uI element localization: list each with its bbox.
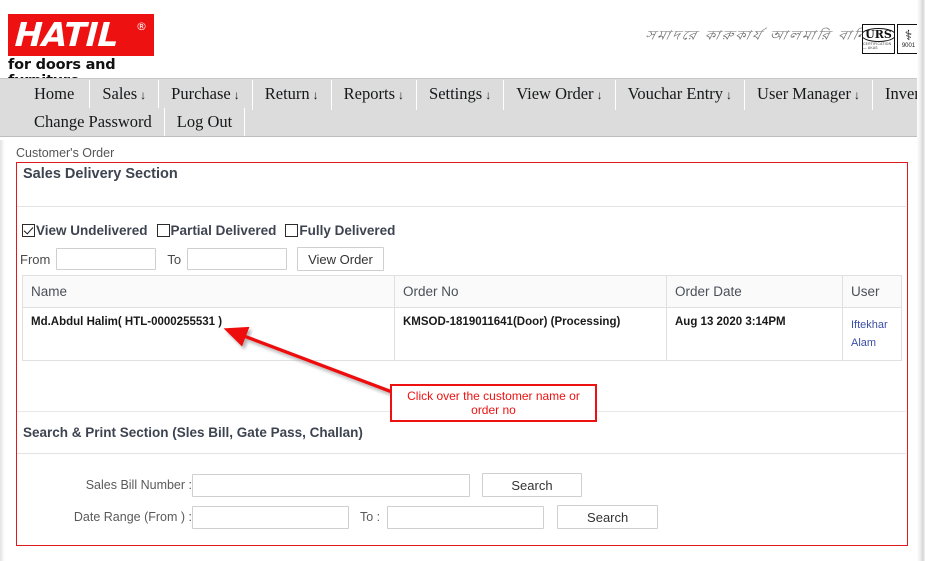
delivery-filter-group: View Undelivered Partial Delivered Fully…	[22, 223, 398, 238]
nav-item-return[interactable]: Return ↓	[252, 80, 332, 110]
iso-number: 9001	[901, 42, 916, 49]
date-range-to-input[interactable]	[387, 505, 545, 529]
filter-label: Fully Delivered	[299, 223, 396, 238]
filter-label: View Undelivered	[36, 223, 148, 238]
column-header-user[interactable]: User	[842, 275, 902, 308]
to-date-input[interactable]	[187, 248, 288, 270]
iso-glyph: ⚕	[904, 27, 913, 44]
urs-label: URS	[863, 28, 894, 42]
chevron-down-icon: ↓	[140, 88, 147, 102]
nav-label: User Manager	[757, 84, 851, 103]
date-range-to-label: To :	[360, 510, 381, 524]
search-print-title: Search & Print Section (Sles Bill, Gate …	[23, 425, 363, 440]
sales-bill-input[interactable]	[192, 473, 470, 497]
from-date-input[interactable]	[56, 248, 157, 270]
nav-row-secondary: Change Password Log Out	[22, 108, 246, 136]
cell-order-date: Aug 13 2020 3:14PM	[666, 307, 843, 361]
nav-item-settings[interactable]: Settings ↓	[417, 80, 505, 110]
page-title: Sales Delivery Section	[23, 166, 178, 182]
nav-item-change-password[interactable]: Change Password	[22, 108, 165, 136]
chevron-down-icon: ↓	[398, 88, 405, 102]
cell-order-no[interactable]: KMSOD-1819011641(Door) (Processing)	[394, 307, 667, 361]
nav-label: Log Out	[176, 112, 233, 131]
filter-label: Partial Delivered	[170, 223, 277, 238]
logo-wordmark: HATIL	[13, 15, 120, 54]
filter-partial-delivered[interactable]: Partial Delivered	[156, 223, 277, 238]
app-page: HATIL ® for doors and furniture সমাদরে ক…	[0, 0, 925, 561]
sales-bill-label: Sales Bill Number :	[85, 478, 192, 492]
nav-label: Sales	[102, 84, 138, 103]
breadcrumb: Customer's Order	[16, 146, 115, 160]
checkbox-fully-delivered[interactable]	[285, 224, 299, 237]
urs-certification-icon: URS CERTIFICATION — UKAS	[862, 24, 895, 54]
nav-label: Change Password	[34, 112, 152, 131]
date-range-label: Date Range (From ) :	[73, 510, 192, 524]
chevron-down-icon: ↓	[312, 88, 319, 102]
filter-fully-delivered[interactable]: Fully Delivered	[285, 223, 395, 238]
filter-view-undelivered[interactable]: View Undelivered	[22, 223, 148, 238]
registered-trademark-icon: ®	[136, 20, 147, 33]
cell-customer-name[interactable]: Md.Abdul Halim( HTL-0000255531 )	[22, 307, 395, 361]
divider	[17, 206, 906, 207]
nav-label: View Order	[516, 84, 594, 103]
orders-table: Name Order No Order Date User Md.Abdul H…	[22, 275, 902, 361]
from-label: From	[20, 251, 51, 267]
nav-item-home[interactable]: Home	[22, 80, 91, 110]
urs-sublabel: CERTIFICATION — UKAS	[863, 42, 892, 50]
site-header: HATIL ® for doors and furniture সমাদরে ক…	[0, 0, 925, 89]
search-date-range-button[interactable]: Search	[557, 505, 659, 529]
window-left-edge	[0, 140, 5, 561]
logo-red-box: HATIL ®	[8, 14, 154, 56]
nav-item-vouchar-entry[interactable]: Vouchar Entry ↓	[615, 80, 746, 110]
chevron-down-icon: ↓	[853, 88, 860, 102]
divider	[17, 411, 906, 412]
nav-item-purchase[interactable]: Purchase ↓	[159, 80, 253, 110]
checkbox-partial-delivered[interactable]	[156, 224, 170, 237]
nav-label: Return	[264, 84, 310, 103]
nav-item-view-order[interactable]: View Order ↓	[504, 80, 616, 110]
divider	[17, 453, 906, 454]
sales-delivery-panel: Sales Delivery Section View Undelivered …	[16, 162, 908, 546]
date-range-from-input[interactable]	[192, 505, 349, 529]
table-row[interactable]: Md.Abdul Halim( HTL-0000255531 ) KMSOD-1…	[22, 307, 902, 361]
nav-label: Home	[34, 84, 75, 103]
to-label: To	[167, 251, 182, 267]
nav-label: Purchase	[171, 84, 231, 103]
chevron-down-icon: ↓	[726, 88, 733, 102]
search-print-form: Sales Bill Number : Search Date Range (F…	[17, 473, 906, 537]
column-header-order-date[interactable]: Order Date	[666, 275, 843, 308]
date-range-row: From To View Order	[20, 247, 384, 271]
sales-bill-row: Sales Bill Number : Search	[17, 473, 906, 497]
search-bill-button[interactable]: Search	[482, 473, 582, 497]
chevron-down-icon: ↓	[596, 88, 603, 102]
view-order-button[interactable]: View Order	[297, 247, 384, 271]
date-range-search-row: Date Range (From ) : To : Search	[17, 505, 906, 529]
nav-item-reports[interactable]: Reports ↓	[331, 80, 418, 110]
nav-label: Vouchar Entry	[627, 84, 724, 103]
column-header-order-no[interactable]: Order No	[394, 275, 667, 308]
table-header-row: Name Order No Order Date User	[22, 275, 902, 308]
main-navigation: Home Sales ↓ Purchase ↓ Return ↓ Reports ↓ S…	[0, 78, 925, 137]
nav-item-log-out[interactable]: Log Out	[164, 108, 246, 136]
chevron-down-icon: ↓	[485, 88, 492, 102]
chevron-down-icon: ↓	[233, 88, 240, 102]
user-link-firstname[interactable]: Iftekhar	[851, 316, 901, 334]
checkbox-view-undelivered[interactable]	[22, 224, 35, 237]
certification-logos: URS CERTIFICATION — UKAS ⚕ 9001	[862, 24, 920, 54]
nav-item-sales[interactable]: Sales ↓	[90, 80, 160, 110]
nav-label: Reports	[343, 84, 396, 103]
cell-user: Iftekhar Alam	[842, 307, 902, 361]
nav-item-user-manager[interactable]: User Manager ↓	[745, 80, 873, 110]
window-right-edge	[917, 0, 925, 561]
nav-label: Settings	[429, 84, 483, 103]
nav-row-primary: Home Sales ↓ Purchase ↓ Return ↓ Reports ↓ S…	[22, 80, 925, 110]
bangla-slogan-script: সমাদরে কারুকার্য আলমারি বার্নি	[643, 27, 870, 43]
column-header-name[interactable]: Name	[22, 275, 395, 308]
user-link-lastname[interactable]: Alam	[851, 334, 901, 352]
